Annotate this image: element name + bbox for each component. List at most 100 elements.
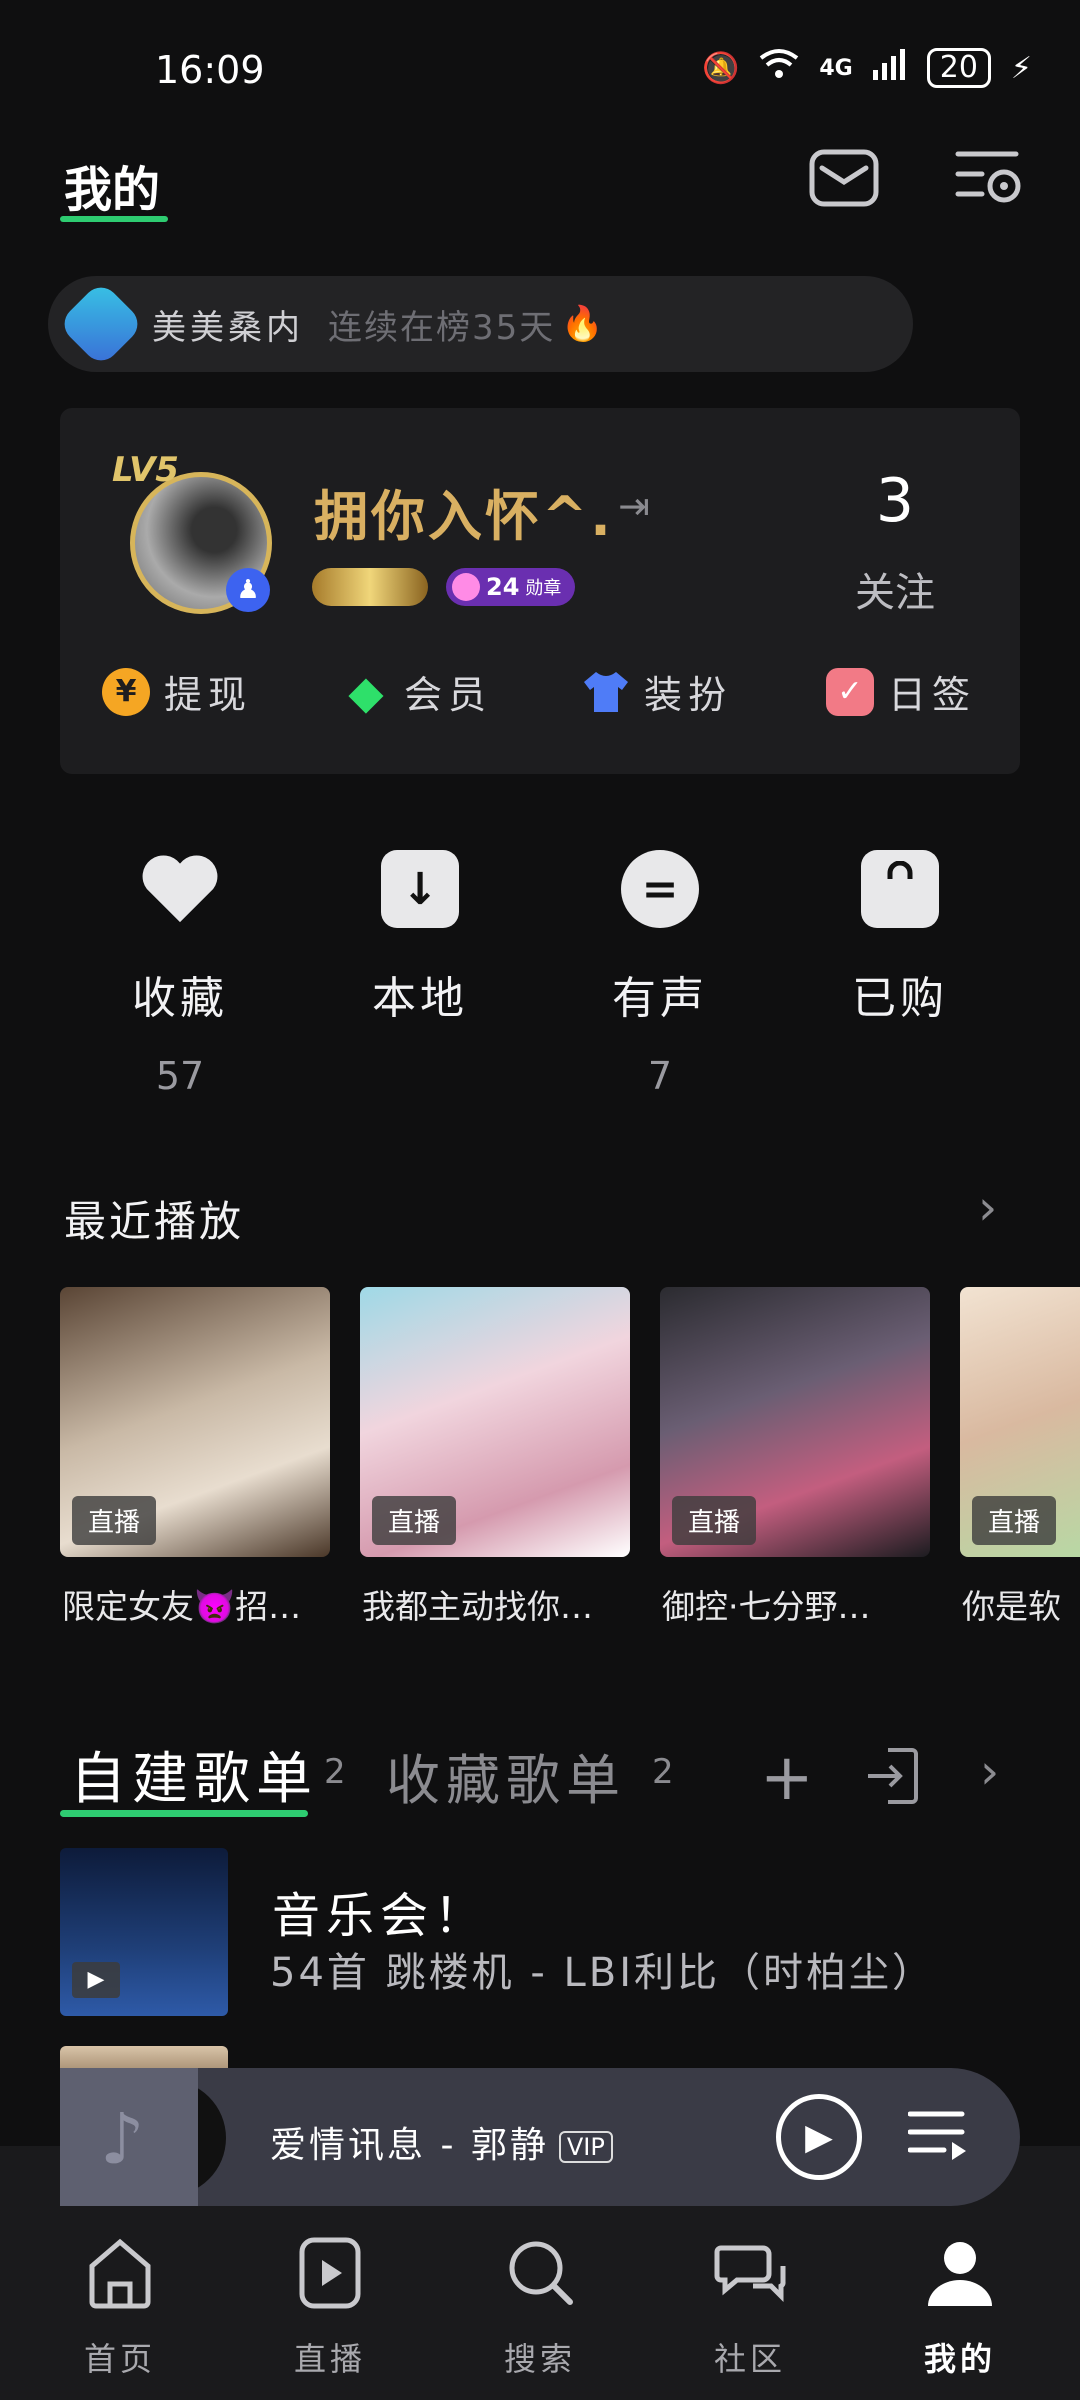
settings-menu-icon[interactable] [952, 140, 1028, 216]
ranking-logo-icon [57, 280, 145, 368]
recent-caption[interactable]: 你是软 [962, 1580, 1080, 1628]
medal-label: 勋章 [525, 578, 562, 599]
music-note-icon: ♪ [100, 2098, 145, 2180]
player-song-title[interactable]: 爱情讯息 - 郭静 VIP [270, 2116, 613, 2168]
follow-label[interactable]: 关注 [852, 560, 938, 618]
download-icon: ↓ [381, 850, 459, 928]
medal-count: 24 [486, 573, 520, 601]
live-tag: 直播 [372, 1496, 457, 1545]
nav-search[interactable]: 搜索 [470, 2236, 610, 2380]
avatar[interactable]: LV5 ♟ [112, 450, 282, 618]
library-favorites[interactable]: 收藏 57 [80, 850, 280, 1100]
medal-icon [452, 573, 480, 601]
quick-action-label: 日签 [888, 673, 977, 717]
mute-bell-icon: 🔕 [702, 50, 740, 86]
nav-community[interactable]: 社区 [680, 2236, 820, 2380]
level-frame-label: LV5 [112, 450, 179, 490]
library-count [320, 1054, 520, 1100]
nav-live[interactable]: 直播 [260, 2236, 400, 2380]
quick-action-label: 装扮 [644, 673, 733, 717]
library-label: 有声 [612, 973, 708, 1024]
recent-tile[interactable]: 直播 [360, 1287, 630, 1557]
diamond-icon: ◆ [348, 664, 384, 719]
follow-count[interactable]: 3 [852, 466, 938, 536]
audiobook-icon: = [621, 850, 699, 928]
import-playlist-icon[interactable] [864, 1746, 920, 1810]
live-tag: 直播 [72, 1496, 157, 1545]
recent-caption[interactable]: 限定女友👿招… [62, 1580, 332, 1628]
mail-icon[interactable] [806, 140, 882, 216]
tab-saved-count: 2 [652, 1752, 674, 1792]
quick-action-vip[interactable]: ◆ 会员 [342, 664, 492, 719]
recent-tile[interactable]: 直播 [60, 1287, 330, 1557]
play-small-icon: ▶ [72, 1962, 120, 1998]
playlist-cover[interactable]: ▶ [60, 1848, 228, 2016]
heart-icon [141, 850, 219, 928]
playlist-queue-icon[interactable] [907, 2108, 968, 2169]
nav-profile[interactable]: 我的 [890, 2236, 1030, 2380]
live-play-icon [260, 2236, 400, 2328]
nav-label: 搜索 [503, 2340, 576, 2378]
fire-icon: 🔥 [561, 304, 604, 344]
recent-tile[interactable]: 直播 [660, 1287, 930, 1557]
library-count: 7 [647, 1054, 673, 1098]
playlist-subtitle: 54首 跳楼机 - LBI利比（时柏尘） [270, 1950, 935, 1996]
title-underline [60, 216, 168, 222]
charging-bolt-icon: ⚡ [1010, 50, 1032, 86]
nav-label: 直播 [293, 2340, 366, 2378]
library-count: 57 [155, 1054, 205, 1098]
search-icon [470, 2236, 610, 2328]
library-purchased[interactable]: 已购 [800, 850, 1000, 1100]
banner-rank-text: 连续在榜35天 [328, 307, 556, 348]
recent-tile[interactable]: 直播 [960, 1287, 1080, 1557]
banner-name: 美美桑内 [152, 307, 304, 348]
nav-label: 首页 [83, 2340, 156, 2378]
recent-caption[interactable]: 我都主动找你… [362, 1580, 632, 1628]
library-label: 已购 [852, 973, 948, 1024]
quick-action-checkin[interactable]: ✓ 日签 [826, 664, 976, 719]
library-label: 收藏 [132, 973, 228, 1024]
player-cover[interactable]: ♪ [60, 2068, 198, 2206]
tab-active-underline [60, 1810, 308, 1817]
signal-network-label: 4G [819, 55, 853, 81]
battery-icon: 20 [926, 48, 991, 88]
page-title: 我的 [64, 162, 161, 218]
qq-badge-icon: ♟ [226, 568, 270, 612]
quick-action-dressup[interactable]: 装扮 [582, 664, 732, 719]
recent-caption[interactable]: 御控·七分野… [662, 1580, 932, 1628]
checkmark-icon: ✓ [826, 667, 874, 716]
player-song-text: 爱情讯息 - 郭静 [270, 2125, 549, 2166]
home-icon [50, 2236, 190, 2328]
ranking-banner[interactable]: 美美桑内 连续在榜35天 🔥 [48, 276, 913, 372]
nav-home[interactable]: 首页 [50, 2236, 190, 2380]
nav-label: 我的 [923, 2340, 996, 2378]
recent-section-title: 最近播放 [64, 1197, 245, 1246]
add-playlist-icon[interactable]: + [760, 1746, 814, 1810]
profile-icon [890, 2236, 1030, 2328]
library-label: 本地 [372, 973, 468, 1024]
status-time: 16:09 [155, 48, 265, 92]
quick-action-withdraw[interactable]: ¥ 提现 [102, 664, 252, 719]
library-count [800, 1054, 1000, 1100]
status-icons: 🔕 4G 20 ⚡ [702, 48, 1032, 88]
share-profile-icon[interactable]: ⇥ [618, 484, 650, 528]
library-audiobooks[interactable]: = 有声 7 [560, 850, 760, 1100]
tab-created-playlists[interactable]: 自建歌单 [70, 1734, 318, 1815]
shopping-bag-icon [861, 850, 939, 928]
quick-action-label: 会员 [404, 673, 493, 717]
live-tag: 直播 [972, 1496, 1057, 1545]
chevron-right-icon[interactable]: › [978, 1180, 997, 1236]
tab-saved-playlists[interactable]: 收藏歌单 [386, 1736, 626, 1815]
library-local[interactable]: ↓ 本地 [320, 850, 520, 1100]
vip-badge: VIP [558, 2131, 613, 2163]
quick-action-label: 提现 [164, 673, 253, 717]
play-button[interactable]: ▶ [776, 2094, 862, 2180]
live-tag: 直播 [672, 1496, 757, 1545]
username[interactable]: 拥你入怀^. [314, 472, 614, 551]
medal-badge[interactable]: 24 勋章 [446, 568, 576, 606]
chevron-right-icon[interactable]: › [980, 1744, 999, 1800]
playlist-title[interactable]: 音乐会！ [272, 1876, 488, 1946]
tshirt-icon [582, 668, 630, 716]
vip-level-badge[interactable] [312, 568, 428, 606]
wifi-icon [759, 48, 799, 88]
